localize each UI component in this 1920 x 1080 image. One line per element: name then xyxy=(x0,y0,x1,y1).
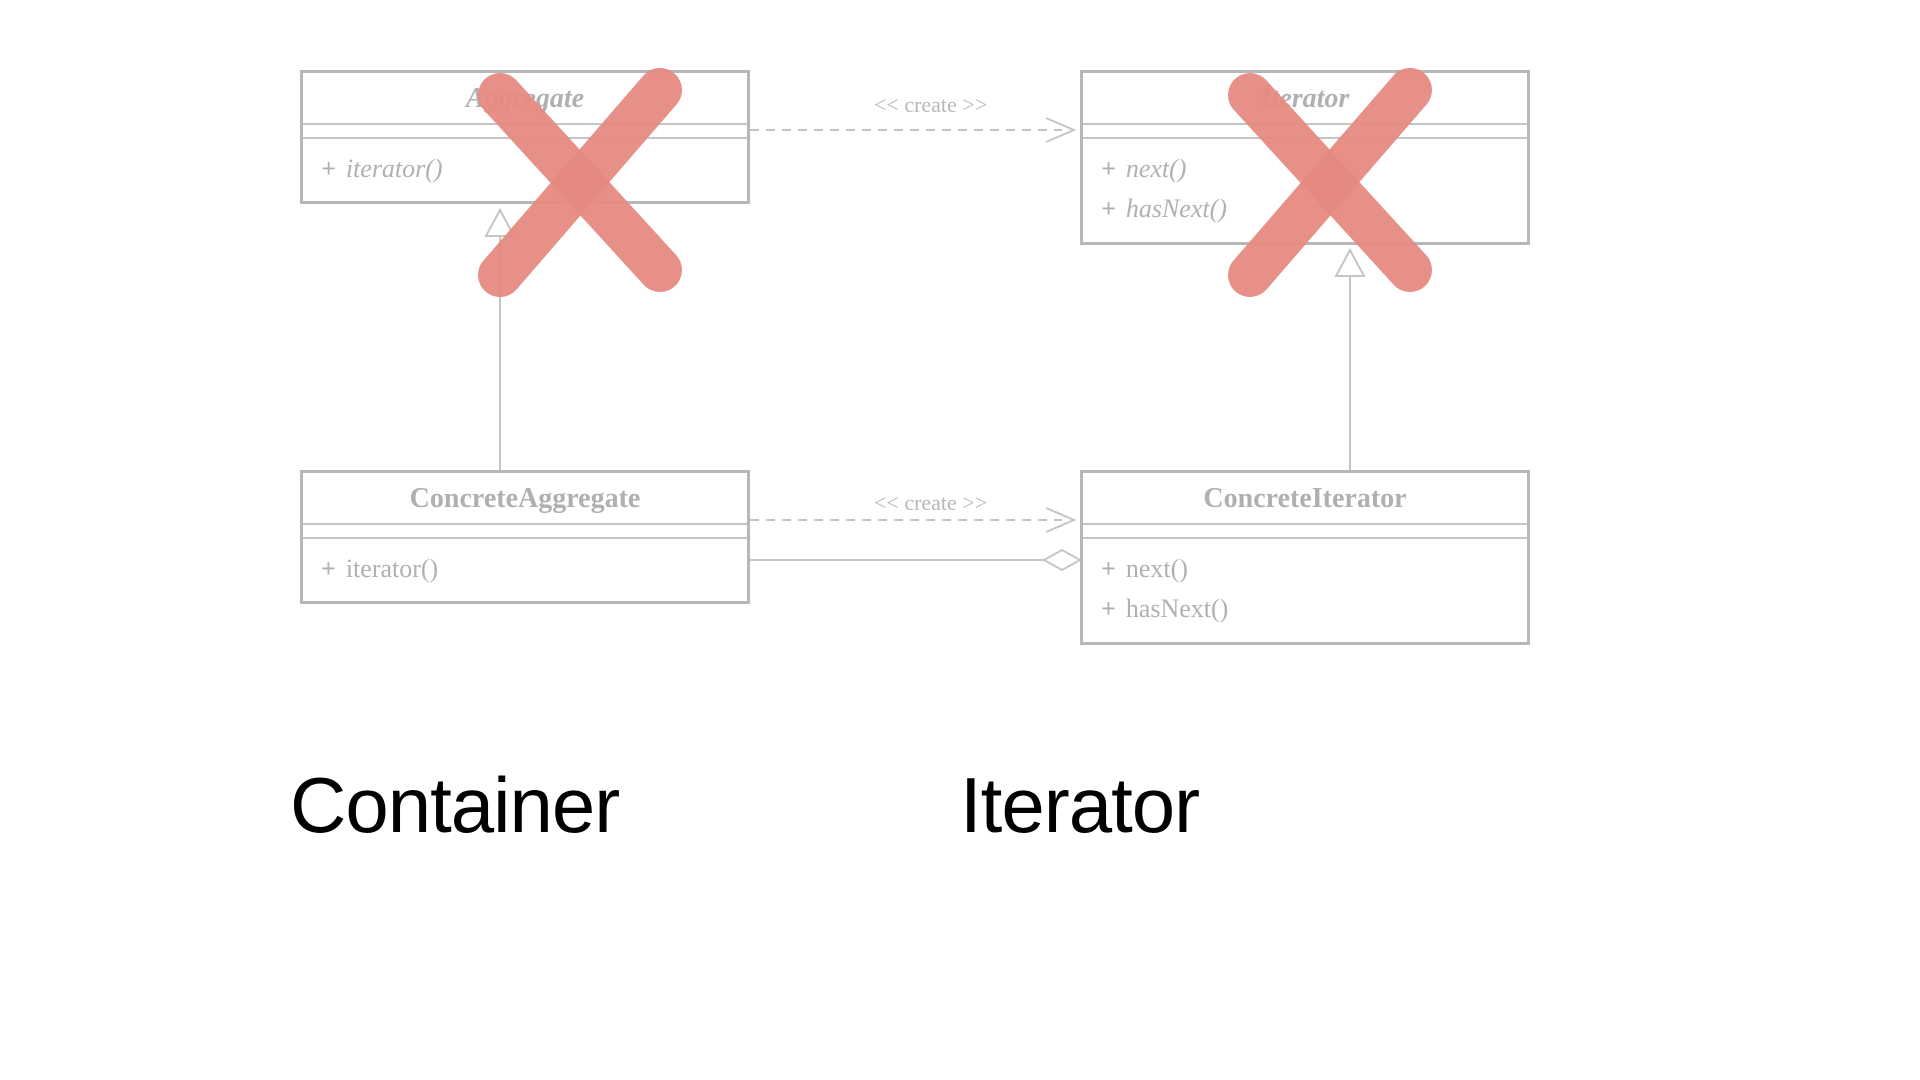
class-empty-compartment xyxy=(303,125,747,139)
caption-container: Container xyxy=(290,760,619,851)
class-methods: +iterator() xyxy=(303,139,747,201)
class-methods: +next() +hasNext() xyxy=(1083,139,1527,242)
class-title: ConcreteIterator xyxy=(1083,473,1527,525)
uml-diagram: << create >> << create >> Aggregate +ite… xyxy=(300,70,1630,730)
class-methods: +iterator() xyxy=(303,539,747,601)
class-aggregate: Aggregate +iterator() xyxy=(300,70,750,204)
class-title: ConcreteAggregate xyxy=(303,473,747,525)
class-title: Iterator xyxy=(1083,73,1527,125)
class-empty-compartment xyxy=(1083,125,1527,139)
class-concrete-iterator: ConcreteIterator +next() +hasNext() xyxy=(1080,470,1530,645)
class-iterator: Iterator +next() +hasNext() xyxy=(1080,70,1530,245)
class-concrete-aggregate: ConcreteAggregate +iterator() xyxy=(300,470,750,604)
class-methods: +next() +hasNext() xyxy=(1083,539,1527,642)
caption-iterator: Iterator xyxy=(960,760,1199,851)
class-title: Aggregate xyxy=(303,73,747,125)
class-empty-compartment xyxy=(1083,525,1527,539)
class-empty-compartment xyxy=(303,525,747,539)
create-label-top: << create >> xyxy=(870,92,991,118)
create-label-bottom: << create >> xyxy=(870,490,991,516)
